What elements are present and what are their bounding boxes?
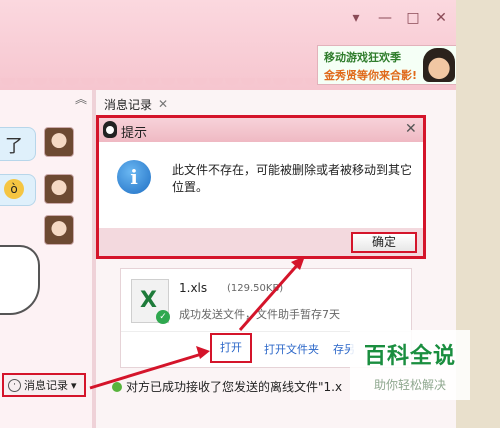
watermark-subtitle: 助你轻松解决 <box>374 378 447 392</box>
arrow-to-open <box>89 351 206 390</box>
arrowhead <box>196 346 210 359</box>
watermark-title: 百科全说 <box>364 344 457 369</box>
watermark-logo: 百科全说 助你轻松解决 <box>350 330 470 400</box>
arrow-to-dialog <box>238 261 302 331</box>
